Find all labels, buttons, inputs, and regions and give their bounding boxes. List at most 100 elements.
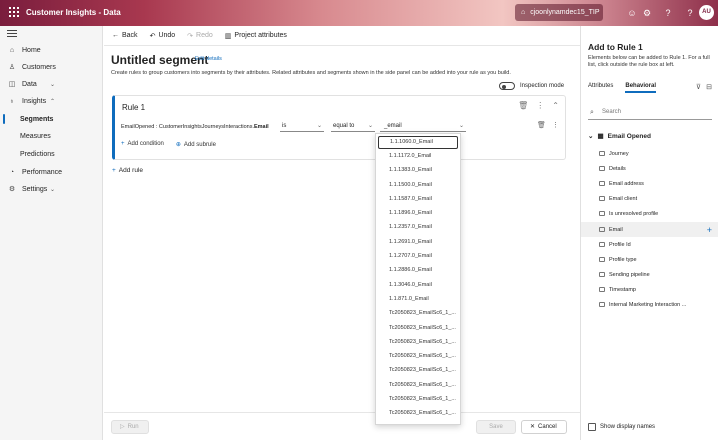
nav-item-data[interactable]: ◫ Data ⌄	[0, 77, 103, 91]
save-button[interactable]: Save	[476, 420, 516, 434]
field-icon	[599, 272, 605, 277]
tab-behavioral[interactable]: Behavioral	[625, 83, 657, 93]
footer-bar: ▷ Run Save ✕ Cancel	[104, 412, 580, 440]
arrow-left-icon: ←	[112, 32, 119, 39]
attribute-item[interactable]: Timestamp	[581, 282, 718, 297]
dropdown-option[interactable]: Tc2050823_EmailSc6_1_...	[376, 306, 460, 320]
gear-icon[interactable]: ⚙	[641, 7, 653, 19]
help-circle-icon[interactable]: ?	[684, 7, 696, 19]
dropdown-option[interactable]: 1.1.871.0_Email	[376, 292, 460, 306]
attribute-item[interactable]: Internal Marketing Interaction ...	[581, 297, 718, 312]
rule-add-actions: + Add condition ⊕ Add subrule	[121, 141, 216, 148]
more-icon[interactable]: ⋮	[552, 121, 559, 129]
attribute-item[interactable]: Email client	[581, 191, 718, 206]
side-panel-title: Add to Rule 1	[588, 42, 643, 52]
chevron-down-icon: ⌄	[50, 81, 56, 88]
add-condition-button[interactable]: + Add condition	[121, 141, 164, 148]
dropdown-option[interactable]: 1.1.2886.0_Email	[376, 263, 460, 277]
nav-item-settings[interactable]: ⚙ Settings ⌄	[0, 182, 103, 196]
attribute-item[interactable]: Email +	[581, 222, 718, 237]
chevron-down-icon: ⌄	[316, 123, 322, 129]
dropdown-option[interactable]: 1.1.1587.0_Email	[376, 192, 460, 206]
show-display-names-checkbox[interactable]: Show display names	[588, 423, 655, 431]
undo-button[interactable]: ↶ Undo	[150, 32, 176, 40]
group-email-opened[interactable]: ⌄ ▦ Email Opened	[588, 132, 651, 141]
attribute-item[interactable]: Details	[581, 161, 718, 176]
dropdown-option[interactable]: Tc2050823_EmailSc6_1_...	[376, 363, 460, 377]
app-title[interactable]: Customer Insights - Data	[26, 8, 121, 17]
dropdown-option[interactable]: Tc2050823_EmailSc6_1_...	[376, 349, 460, 363]
chevron-up-icon[interactable]: ⌃	[552, 101, 559, 110]
nav-item-segments[interactable]: Segments	[0, 112, 103, 126]
cancel-button[interactable]: ✕ Cancel	[521, 420, 567, 434]
inspection-mode-toggle[interactable]: Inspection mode	[499, 82, 564, 90]
dropdown-option[interactable]: Tc2050823_EmailSc6_1_...	[376, 406, 460, 420]
segment-builder: Untitled segment Edit details Create rul…	[104, 46, 580, 440]
delete-condition-icon[interactable]: 🗑	[537, 121, 546, 129]
attribute-item[interactable]: Sending pipeline	[581, 267, 718, 282]
operator-select[interactable]: is ⌄	[280, 121, 324, 132]
dropdown-option[interactable]: Tc2050823_EmailSc6_1_...	[376, 321, 460, 335]
dropdown-option[interactable]: 1.1.2691.0_Email	[376, 235, 460, 249]
dropdown-option[interactable]: 1.1.1896.0_Email	[376, 206, 460, 220]
attribute-item[interactable]: Profile type	[581, 252, 718, 267]
undo-icon: ↶	[149, 32, 156, 40]
toggle-switch[interactable]	[499, 82, 515, 90]
nav-item-predictions[interactable]: Predictions	[0, 147, 103, 161]
field-icon	[599, 196, 605, 201]
tab-attributes[interactable]: Attributes	[588, 83, 613, 93]
hamburger-icon[interactable]	[7, 30, 17, 39]
nav-item-customers[interactable]: ♙ Customers	[0, 60, 103, 74]
nav-item-measures[interactable]: Measures	[0, 129, 103, 143]
attribute-item[interactable]: Profile Id	[581, 237, 718, 252]
nav-item-performance[interactable]: ◔ Performance	[0, 165, 103, 179]
command-bar: ← Back ↶ Undo ↷ Redo ▥ Project attributes	[104, 26, 580, 46]
dropdown-option[interactable]: 1.1.1383.0_Email	[376, 163, 460, 177]
filter-icon[interactable]: ⊽	[696, 83, 701, 91]
dropdown-option[interactable]: Tc2050823_EmailSc6_1_...	[376, 378, 460, 392]
project-attributes-button[interactable]: ▥ Project attributes	[225, 32, 287, 40]
avatar[interactable]: AU	[699, 5, 714, 20]
bell-icon[interactable]: ☺	[626, 7, 638, 19]
columns-icon: ▥	[224, 32, 232, 40]
help-icon[interactable]: ?	[662, 7, 674, 19]
attribute-item[interactable]: Journey	[581, 146, 718, 161]
chevron-down-icon: ⌄	[458, 123, 464, 129]
add-rule-button[interactable]: + Add rule	[112, 167, 143, 174]
dropdown-option[interactable]: 1.1.1172.0_Email	[376, 149, 460, 163]
condition-attribute[interactable]: EmailOpened : CustomerInsightsJourneysIn…	[121, 124, 269, 130]
comparison-select[interactable]: equal to ⌄	[331, 121, 375, 132]
dropdown-option[interactable]: 1.1.1060.0_Email	[378, 136, 458, 149]
dropdown-option[interactable]: 1.1.2357.0_Email	[376, 220, 460, 234]
add-icon[interactable]: +	[707, 225, 712, 235]
environment-picker[interactable]: ⌂ cjoonlynamdec15_TIP	[515, 4, 603, 21]
back-button[interactable]: ← Back	[112, 32, 138, 39]
top-bar: Customer Insights - Data ⌂ cjoonlynamdec…	[0, 0, 718, 26]
dropdown-option[interactable]: Tc2050823_EmailSc6_1_...	[376, 392, 460, 406]
app-launcher-icon[interactable]	[9, 7, 19, 17]
add-subrule-button[interactable]: ⊕ Add subrule	[176, 141, 216, 148]
rule-card[interactable]: Rule 1 🗑 ⋮ ⌃ EmailOpened : CustomerInsig…	[112, 95, 566, 160]
redo-button[interactable]: ↷ Redo	[187, 32, 213, 40]
close-icon: ✕	[530, 424, 536, 430]
search-input[interactable]: ⌕ Search	[588, 106, 712, 120]
more-icon[interactable]: ⋮	[536, 101, 544, 110]
nav-item-home[interactable]: ⌂ Home	[0, 43, 103, 57]
collapse-icon[interactable]: ⊟	[706, 83, 712, 91]
field-icon	[599, 257, 605, 262]
edit-details-link[interactable]: Edit details	[195, 56, 222, 62]
dropdown-option[interactable]: 1.1.1500.0_Email	[376, 178, 460, 192]
checkbox-icon[interactable]	[588, 423, 596, 431]
page-description: Create rules to group customers into seg…	[111, 70, 511, 76]
dropdown-option[interactable]: 1.1.2707.0_Email	[376, 249, 460, 263]
attribute-item[interactable]: Email address	[581, 176, 718, 191]
value-select[interactable]: _email ⌄	[380, 121, 466, 132]
chevron-up-icon: ⌃	[50, 98, 56, 105]
run-button[interactable]: ▷ Run	[111, 420, 149, 434]
dropdown-option[interactable]: Tc2050823_EmailSc6_1_...	[376, 335, 460, 349]
nav-item-insights[interactable]: ♁ Insights ⌃	[0, 94, 103, 108]
dropdown-option[interactable]: 1.1.3046.0_Email	[376, 278, 460, 292]
value-dropdown[interactable]: 1.1.1060.0_Email 1.1.1172.0_Email 1.1.13…	[375, 133, 461, 425]
attribute-item[interactable]: Is unresolved profile	[581, 206, 718, 221]
delete-icon[interactable]: 🗑	[518, 101, 528, 110]
